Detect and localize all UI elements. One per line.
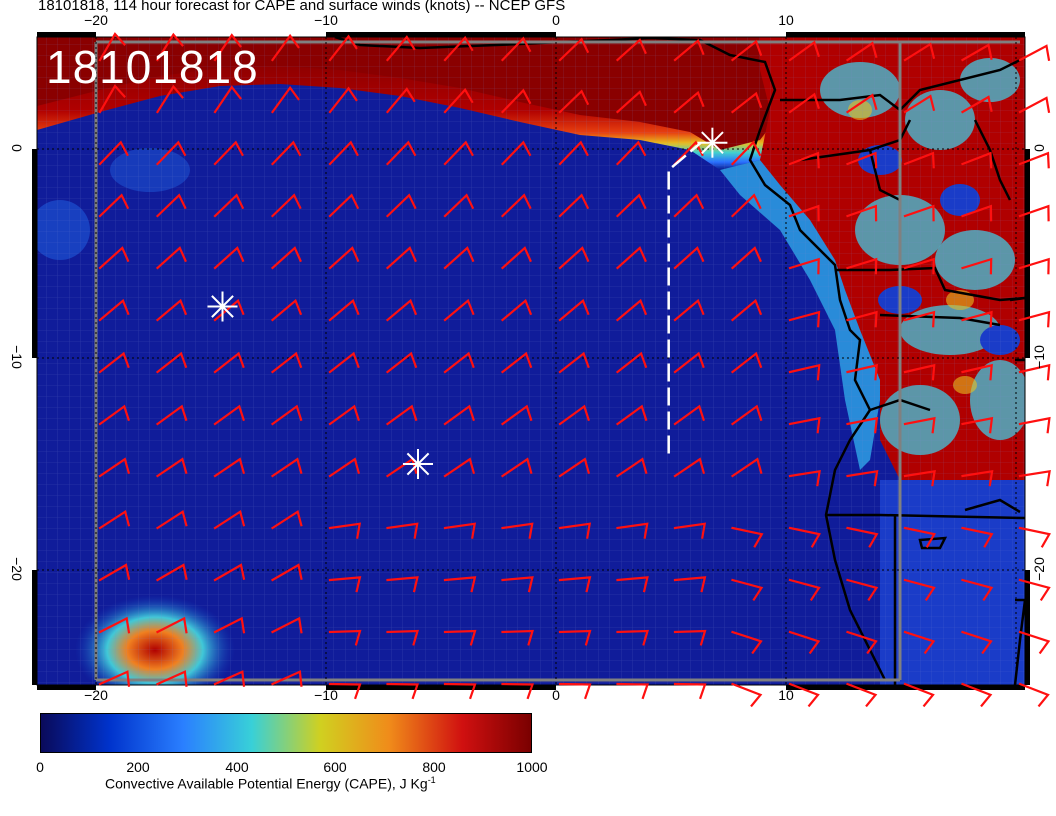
wind-barb <box>616 682 650 700</box>
x-tick-bottom: −20 <box>84 687 108 703</box>
colorbar-tick: 600 <box>323 759 347 775</box>
colorbar-tick: 400 <box>225 759 249 775</box>
x-tick-bottom: −10 <box>314 687 338 703</box>
x-tick-top: −20 <box>84 12 108 28</box>
x-tick-top: 0 <box>552 12 560 28</box>
x-tick-top: −10 <box>314 12 338 28</box>
colorbar-tick: 200 <box>126 759 150 775</box>
colorbar-label: Convective Available Potential Energy (C… <box>105 775 436 792</box>
colorbar-tick: 800 <box>422 759 446 775</box>
cape-wind-map <box>32 32 1052 708</box>
x-tick-bottom: 0 <box>552 687 560 703</box>
y-tick-right: 0 <box>1031 144 1047 152</box>
wind-barb <box>673 682 707 700</box>
y-tick-left: 0 <box>9 144 25 152</box>
map-date-stamp: 18101818 <box>46 41 259 93</box>
y-tick-left: −10 <box>9 345 25 369</box>
y-tick-right: −10 <box>1031 345 1047 369</box>
colorbar-tick: 1000 <box>516 759 548 775</box>
wind-barb <box>731 682 763 708</box>
map-frame <box>37 37 1025 685</box>
x-tick-top: 10 <box>778 12 794 28</box>
x-tick-bottom: 10 <box>778 687 794 703</box>
cape-colorbar <box>40 713 532 753</box>
colorbar-tick: 0 <box>36 759 44 775</box>
y-tick-right: −20 <box>1031 557 1047 581</box>
y-tick-left: −20 <box>9 557 25 581</box>
wind-barb <box>558 682 592 700</box>
